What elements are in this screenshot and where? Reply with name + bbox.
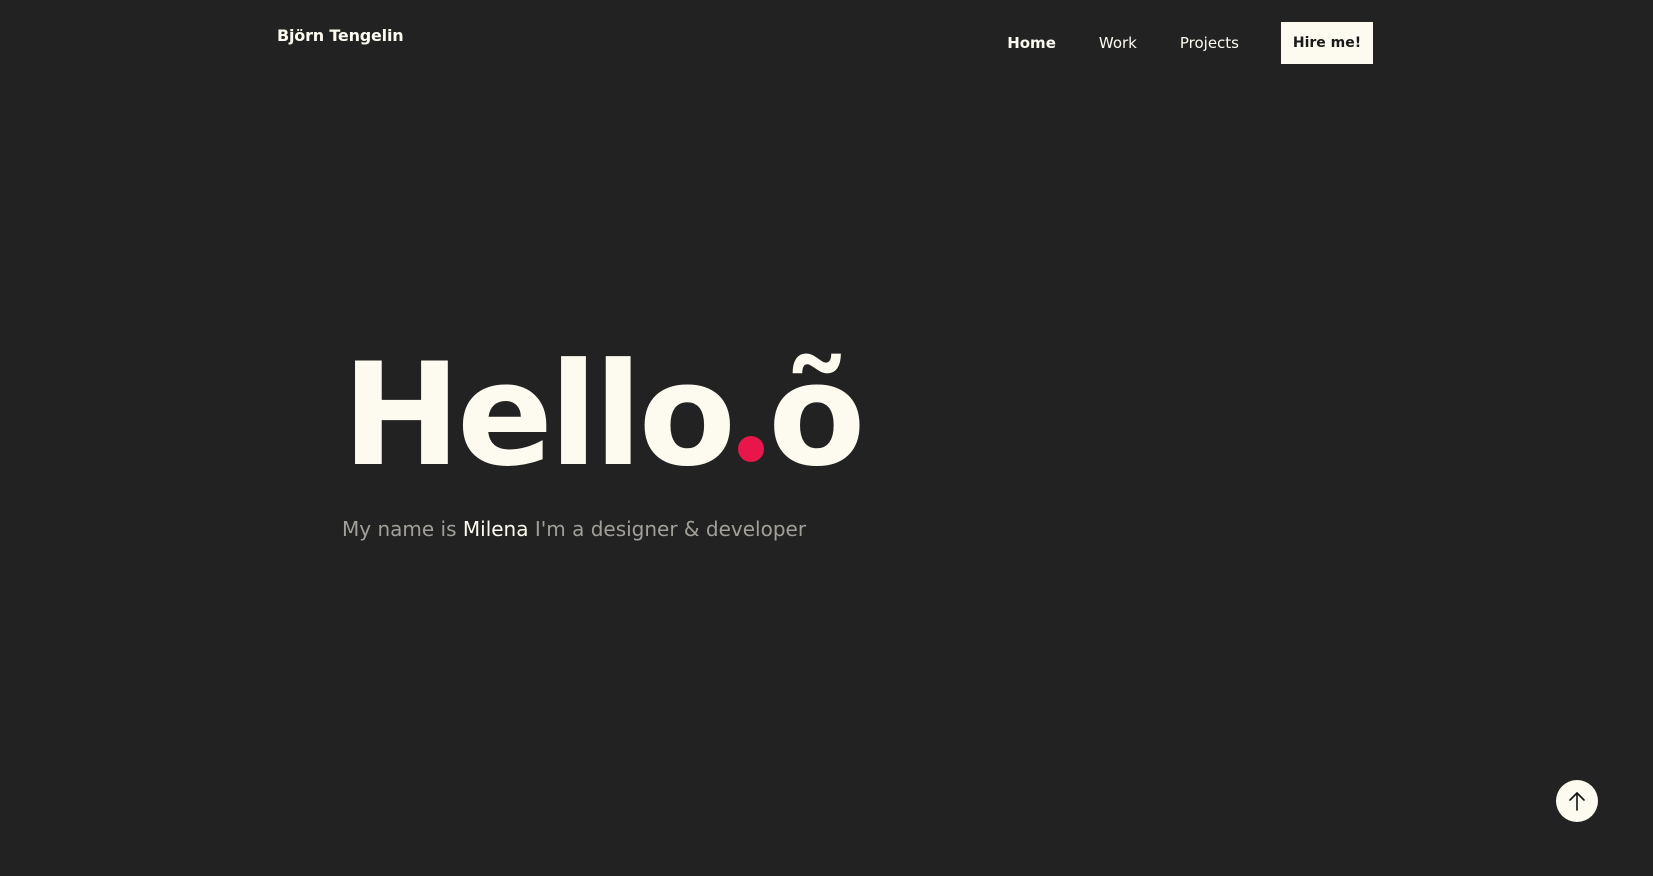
scroll-to-top-button[interactable] (1556, 780, 1598, 822)
nav-link-projects[interactable]: Projects (1180, 34, 1239, 52)
hero-tagline: My name is Milena I'm a designer & devel… (342, 517, 862, 541)
nav-link-home[interactable]: Home (1007, 34, 1056, 52)
tagline-prefix: My name is (342, 517, 457, 541)
hero-title: Hello õ (342, 333, 866, 498)
hero-section: Hello õ My name is Milena I'm a designer… (342, 333, 866, 561)
nav-link-work[interactable]: Work (1099, 34, 1137, 52)
tagline-name: Milena (462, 517, 529, 541)
main-nav: Home Work Projects Hire me! (1007, 22, 1373, 64)
arrow-up-icon (1569, 792, 1585, 811)
hero-title-suffix: õ (768, 333, 866, 498)
tagline-suffix: I'm a designer & developer (534, 517, 807, 541)
brand-logo[interactable]: Björn Tengelin (277, 26, 404, 45)
hero-title-word: Hello (342, 333, 736, 498)
hero-accent-dot (738, 436, 765, 462)
hire-me-button[interactable]: Hire me! (1281, 22, 1373, 64)
